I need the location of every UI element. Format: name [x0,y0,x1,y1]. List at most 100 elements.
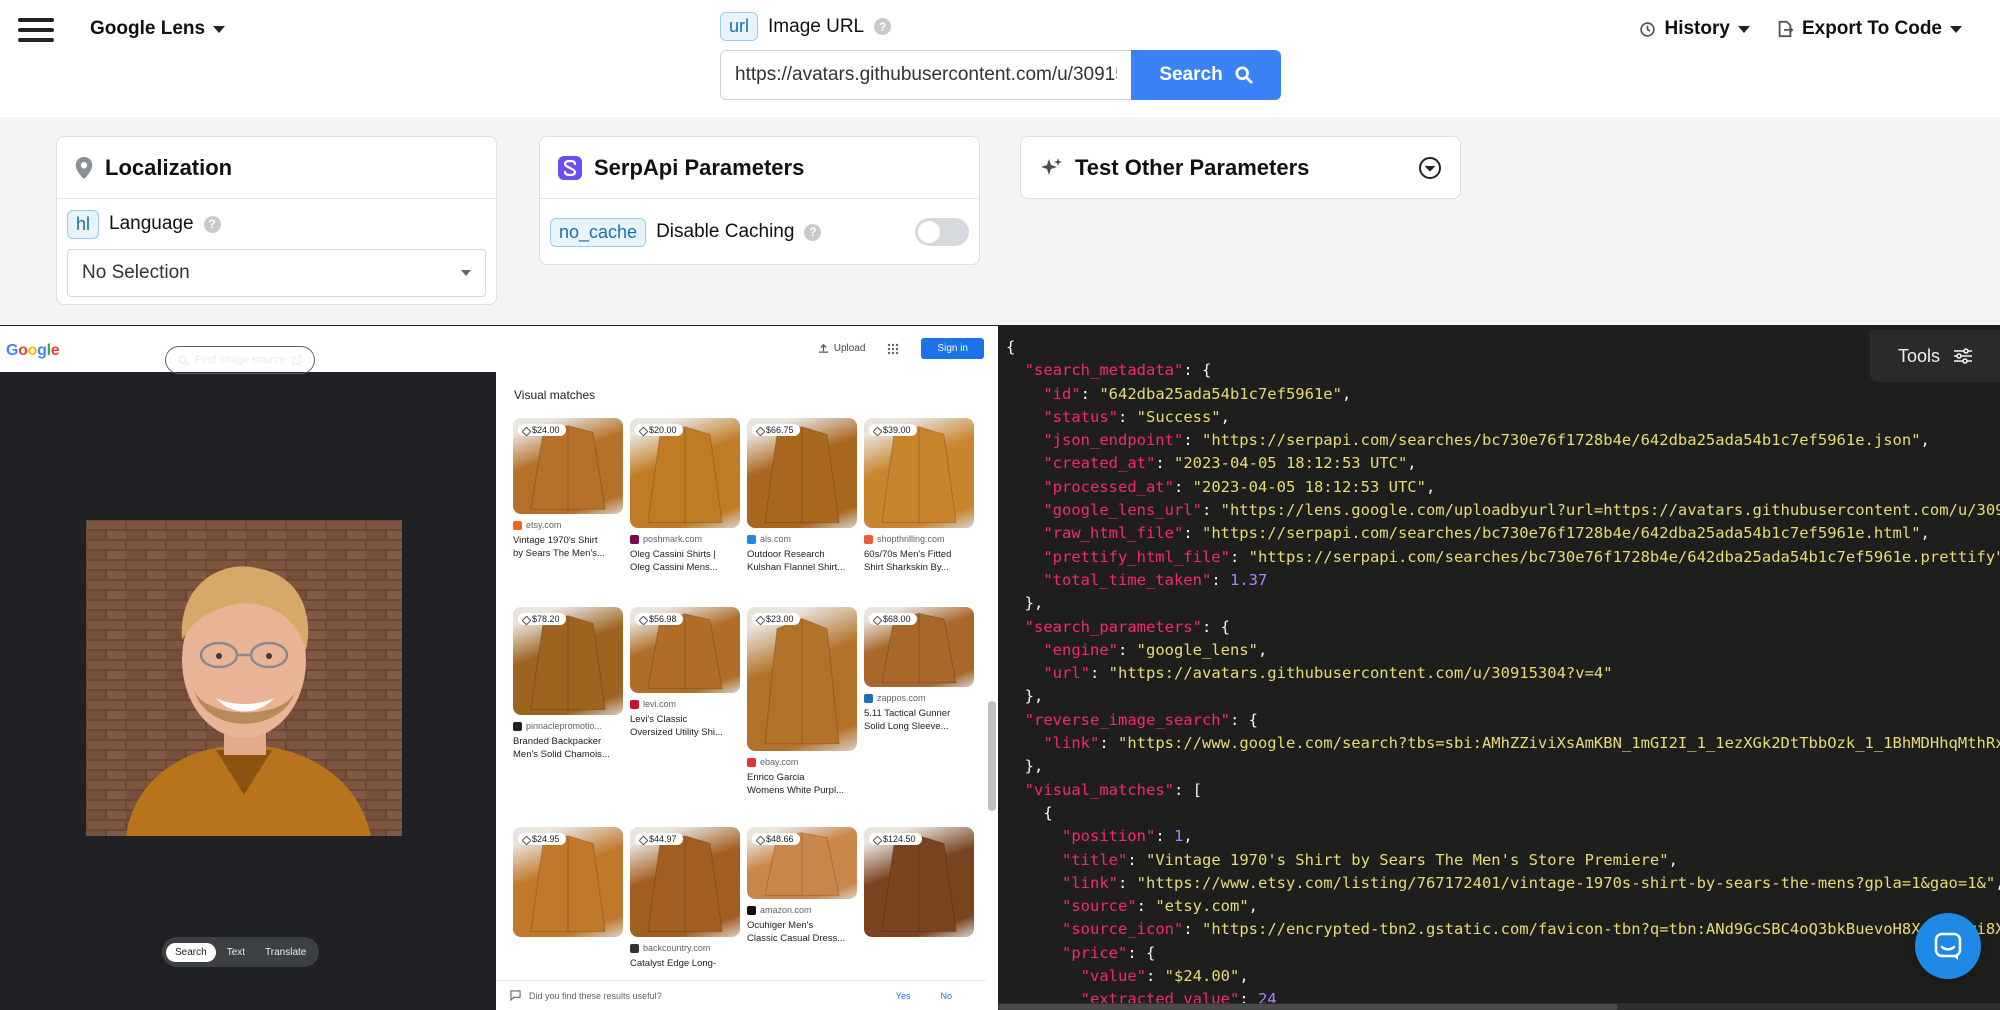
match-title-line[interactable]: Vintage 1970's Shirt [513,534,623,547]
match-title-line[interactable]: Oversized Utility Shi... [630,726,740,739]
json-line: "google_lens_url": "https://lens.google.… [1006,499,2000,522]
chat-support-button[interactable] [1915,913,1981,979]
json-line: "search_metadata": { [1006,359,2000,382]
test-other-parameters-card[interactable]: Test Other Parameters [1020,136,1461,199]
export-to-code-button[interactable]: Export To Code [1776,18,1962,40]
upload-button[interactable]: Upload [818,343,865,354]
match-thumbnail[interactable]: $66.75 [747,418,857,528]
match-thumbnail[interactable]: $39.00 [864,418,974,528]
match-title-line[interactable]: 5.11 Tactical Gunner [864,707,974,720]
match-title-line[interactable]: Outdoor Research [747,548,857,561]
visual-match-tile[interactable]: $44.97 backcountry.com Catalyst Edge Long- [630,827,740,970]
match-thumbnail[interactable]: $48.66 [747,827,857,899]
json-horizontal-scrollbar[interactable] [998,1003,2000,1010]
source-favicon-icon [630,943,639,953]
match-title-line[interactable]: Shirt Sharkskin By... [864,561,974,574]
match-title-line[interactable]: Catalyst Edge Long- [630,957,740,970]
match-thumbnail[interactable]: $23.00 [747,607,857,751]
results-scrollbar[interactable] [988,701,996,811]
json-token: , [1425,477,1436,496]
feedback-bar: Did you find these results useful? Yes N… [496,980,986,1010]
match-title-line[interactable]: by Sears The Men's... [513,547,623,560]
search-button[interactable]: Search [1131,50,1281,100]
help-icon[interactable]: ? [874,18,892,35]
chevron-circle-down-icon[interactable] [1418,156,1442,180]
json-token: "2023-04-05 18:12:53 UTC" [1173,454,1408,473]
sign-in-button[interactable]: Sign in [921,338,984,359]
json-token: }, [1006,687,1044,706]
json-line: }, [1006,685,2000,708]
menu-icon[interactable] [18,18,54,42]
match-source: backcountry.com [630,943,740,953]
json-results-panel[interactable]: { "search_metadata": { "id": "642dba25ad… [998,325,2000,1010]
json-token: , [1220,407,1230,426]
mode-translate[interactable]: Translate [256,943,315,962]
visual-match-tile[interactable]: $78.20 pinnaclepromotio... Branded Backpac… [513,607,623,761]
engine-selector[interactable]: Google Lens [90,18,226,40]
visual-match-tile[interactable]: $23.00 ebay.com Enrico Garcia Womens White … [747,607,857,797]
match-title-line[interactable]: Womens White Purpl... [747,784,857,797]
match-title-line[interactable]: Kulshan Flannel Shirt... [747,561,857,574]
match-thumbnail[interactable]: $44.97 [630,827,740,937]
mode-text[interactable]: Text [218,943,254,962]
json-line: }, [1006,592,2000,615]
help-icon[interactable]: ? [804,223,822,241]
json-token: "id" [1043,384,1081,403]
json-line: "url": "https://avatars.githubuserconten… [1006,662,2000,685]
match-title-line[interactable]: Branded Backpacker [513,735,623,748]
json-line: "link": "https://www.google.com/search?t… [1006,732,2000,755]
match-title-line[interactable]: Classic Casual Dress... [747,932,857,945]
language-select[interactable]: No Selection [67,249,486,297]
match-title-line[interactable]: Ocuhiger Men's [747,919,857,932]
tools-button[interactable]: Tools [1870,330,2000,382]
apps-grid-icon[interactable] [887,343,899,355]
language-select-value: No Selection [82,262,190,283]
disable-caching-toggle[interactable] [915,218,969,246]
mode-search[interactable]: Search [166,942,216,962]
match-title-line[interactable]: Oleg Cassini Mens... [630,561,740,574]
match-title-line[interactable]: 60s/70s Men's Fitted [864,548,974,561]
shirt-image [764,617,840,745]
visual-match-tile[interactable]: $24.00 etsy.com Vintage 1970's Shirt by Sea… [513,418,623,560]
json-line: "visual_matches": [ [1006,779,2000,802]
match-source-label: poshmark.com [643,534,703,544]
match-thumbnail[interactable]: $56.98 [630,607,740,693]
json-token: : [ [1173,780,1202,799]
match-thumbnail[interactable]: $24.95 [513,827,623,937]
match-thumbnail[interactable]: $78.20 [513,607,623,715]
visual-match-tile[interactable]: $124.50 [864,827,974,937]
match-thumbnail[interactable]: $20.00 [630,418,740,528]
image-url-input[interactable] [720,50,1131,100]
match-thumbnail[interactable]: $24.00 [513,418,623,514]
match-title-line[interactable]: Solid Long Sleeve... [864,720,974,733]
google-logo[interactable]: Google [6,342,60,360]
visual-match-tile[interactable]: $24.95 [513,827,623,937]
match-title-line[interactable]: Levi's Classic [630,713,740,726]
visual-match-tile[interactable]: $48.66 amazon.com Ocuhiger Men's Classic Ca… [747,827,857,945]
match-thumbnail[interactable]: $68.00 [864,607,974,687]
other-card-header[interactable]: Test Other Parameters [1021,137,1460,198]
visual-match-tile[interactable]: $39.00 shopthrilling.com 60s/70s Men's Fit… [864,418,974,574]
match-title-line[interactable]: Enrico Garcia [747,771,857,784]
match-title-line[interactable]: Oleg Cassini Shirts | [630,548,740,561]
help-icon[interactable]: ? [203,215,221,233]
history-button[interactable]: History [1639,18,1750,40]
match-title-line[interactable]: Men's Solid Chamois... [513,748,623,761]
find-image-source-button[interactable]: Find image source [165,346,315,374]
price-badge: $39.00 [869,424,917,436]
json-token: : [1201,501,1221,520]
json-token: "https://serpapi.com/searches/bc730e76f1… [1201,524,1921,543]
visual-match-tile[interactable]: $66.75 als.com Outdoor Research Kulshan Fla… [747,418,857,574]
match-thumbnail[interactable]: $124.50 [864,827,974,937]
json-token: : { [1201,617,1230,636]
source-favicon-icon [747,534,756,544]
visual-match-tile[interactable]: $20.00 poshmark.com Oleg Cassini Shirts | O… [630,418,740,574]
visual-match-tile[interactable]: $56.98 levi.com Levi's Classic Oversized Ut… [630,607,740,739]
feedback-no-button[interactable]: No [940,991,952,1001]
feedback-yes-button[interactable]: Yes [896,991,911,1001]
visual-match-tile[interactable]: $68.00 zappos.com 5.11 Tactical Gunner Soli… [864,607,974,733]
